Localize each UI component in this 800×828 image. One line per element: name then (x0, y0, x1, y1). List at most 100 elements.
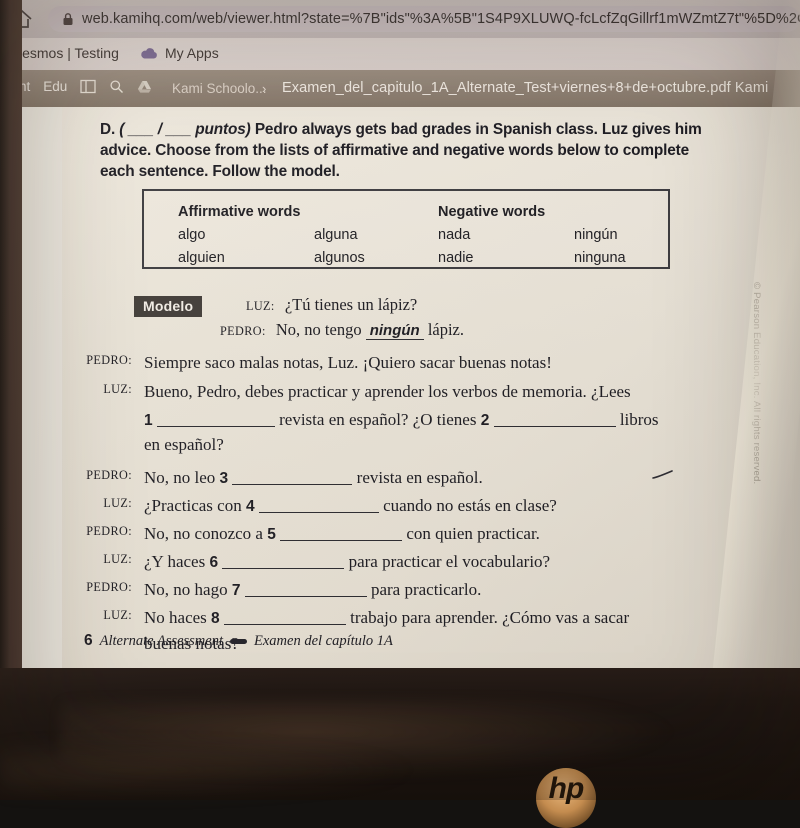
word-nadie: nadie (438, 250, 474, 266)
dialogue-text-with-blanks: ¿Practicas con 4 cuando no estás en clas… (144, 496, 557, 516)
word-bank-negative-col2: ningún ninguna (574, 201, 626, 270)
instruction-paragraph: D. ( ___ / ___ puntos) Pedro always gets… (100, 119, 720, 182)
dialogue-text-with-blanks: No haces 8 trabajo para aprender. ¿Cómo … (144, 608, 629, 628)
blank-number-5: 5 (267, 526, 276, 543)
speaker-label: PEDRO: (86, 524, 132, 538)
dialogue-segment: No haces (144, 608, 207, 627)
bookmark-my-apps[interactable]: My Apps (140, 45, 219, 61)
dialogue-segment: ¿Y haces (144, 552, 206, 571)
google-drive-icon[interactable] (137, 79, 152, 94)
instruction-points: ( ___ / ___ puntos) (119, 121, 251, 138)
speaker-label: PEDRO: (86, 353, 132, 367)
speaker-label: LUZ: (103, 608, 132, 622)
kami-breadcrumb-folder[interactable]: Kami Schoolo... (172, 81, 267, 96)
copyright-notice: © Pearson Education, Inc. All rights res… (751, 282, 762, 485)
kami-tab-label-edu[interactable]: Edu (43, 79, 67, 94)
cloud-icon (140, 46, 158, 60)
dialogue-segment-2: revista en español. (356, 468, 483, 487)
modelo-luz-text: ¿Tú tienes un lápiz? (284, 295, 418, 314)
answer-blank-6[interactable] (222, 568, 345, 569)
blank-number-8: 8 (211, 610, 220, 627)
pdf-page[interactable]: D. ( ___ / ___ puntos) Pedro always gets… (62, 107, 800, 668)
dialogue-text-with-blanks: No, no hago 7 para practicarlo. (144, 580, 481, 600)
sidebar-panel-icon[interactable] (80, 79, 96, 94)
hp-logo-text: hp (548, 772, 585, 805)
answer-blank-4[interactable] (258, 512, 379, 513)
laptop-photo: web.kamihq.com/web/viewer.html?state=%7B… (0, 0, 800, 828)
modelo-answer: ningún (365, 322, 424, 340)
hp-logo: hp (536, 768, 596, 828)
bookmark-label: My Apps (165, 45, 219, 61)
speaker-pedro: PEDRO: (220, 324, 266, 338)
word-ningun: ningún (574, 227, 618, 243)
blank-number-1: 1 (144, 412, 153, 429)
answer-blank-2[interactable] (493, 426, 616, 427)
answer-blank-8[interactable] (223, 624, 346, 625)
word-bank-affirmative-col2: alguna algunos (314, 201, 365, 270)
desk-reflection-2 (0, 740, 420, 800)
kami-document-title: Examen_del_capitulo_1A_Alternate_Test+vi… (282, 80, 769, 96)
answer-blank-7[interactable] (244, 596, 367, 597)
pdf-content: D. ( ___ / ___ puntos) Pedro always gets… (62, 107, 800, 668)
page-footer: 6 Alternate Assessment Examen del capítu… (84, 632, 393, 650)
speaker-label: PEDRO: (86, 468, 132, 482)
speaker-label: PEDRO: (86, 580, 132, 594)
dialogue-text-with-blanks: No, no leo 3 revista en español. (144, 468, 483, 488)
bookmarks-bar: Desmos | Testing My Apps (22, 38, 800, 70)
word-algunos: algunos (314, 250, 365, 266)
dialogue-segment-2: con quien practicar. (406, 524, 540, 543)
dialogue-segment: No, no hago (144, 580, 228, 599)
lock-icon (62, 12, 74, 26)
dialogue-text-with-blanks: No, no conozco a 5 con quien practicar. (144, 524, 540, 544)
dialogue-segment-2: libros (619, 410, 659, 429)
word-bank-affirmative-col1: Affirmative words algo alguien (178, 201, 300, 270)
answer-blank-3[interactable] (232, 484, 353, 485)
speaker-luz: LUZ: (246, 299, 275, 313)
modelo-line-pedro: PEDRO: No, no tengo ningún lápiz. (220, 320, 464, 340)
page-number: 6 (84, 632, 93, 649)
blank-number-3: 3 (219, 470, 229, 487)
dialogue-segment: revista en español? ¿O tienes (279, 410, 477, 429)
word-ninguna: ninguna (574, 250, 626, 266)
screen-bezel-left (0, 0, 22, 668)
modelo-pedro-pre: No, no tengo (275, 320, 362, 339)
modelo-label: Modelo (134, 296, 203, 317)
word-bank-negative-col1: Negative words nada nadie (438, 201, 545, 270)
bookmark-desmos-testing[interactable]: Desmos | Testing (22, 45, 119, 61)
dialogue-segment: No, no leo (144, 468, 216, 487)
footer-dash-icon (230, 638, 247, 644)
negative-heading: Negative words (438, 204, 546, 220)
speaker-label: LUZ: (103, 382, 132, 396)
chevron-right-icon: › (262, 81, 267, 96)
browser-url-bar: web.kamihq.com/web/viewer.html?state=%7B… (22, 0, 800, 38)
dialogue-segment-2: cuando no estás en clase? (383, 496, 557, 515)
affirmative-heading: Affirmative words (178, 204, 301, 220)
address-bar[interactable]: web.kamihq.com/web/viewer.html?state=%7B… (48, 6, 800, 32)
word-alguien: alguien (178, 250, 225, 266)
dialogue-segment: ¿Practicas con (144, 496, 242, 515)
modelo-pedro-post: lápiz. (427, 320, 465, 339)
blank-number-6: 6 (209, 554, 219, 571)
dialogue-segment-2: para practicarlo. (370, 580, 482, 599)
home-icon[interactable] (22, 8, 34, 30)
dialogue-text-with-blanks: 1 revista en español? ¿O tienes 2 libros (144, 410, 659, 430)
laptop-screen: web.kamihq.com/web/viewer.html?state=%7B… (22, 0, 800, 668)
kami-tab-label-dent[interactable]: dent (22, 79, 30, 94)
blank-number-4: 4 (245, 498, 255, 515)
blank-number-2: 2 (480, 412, 490, 429)
answer-blank-1[interactable] (156, 426, 275, 427)
dialogue-text: Siempre saco malas notas, Luz. ¡Quiero s… (144, 353, 552, 372)
kami-toolbar-left: dent Edu (22, 79, 152, 94)
dialogue-text-with-blanks: ¿Y haces 6 para practicar el vocabulario… (144, 552, 550, 572)
search-icon[interactable] (109, 79, 124, 94)
dialogue-segment-2: trabajo para aprender. ¿Cómo vas a sacar (350, 608, 630, 627)
instruction-letter: D. (100, 121, 116, 138)
word-algo: algo (178, 227, 206, 243)
word-bank-box: Affirmative words algo alguien alguna al… (142, 189, 670, 269)
speaker-label: LUZ: (103, 552, 132, 566)
modelo-line-luz: LUZ: ¿Tú tienes un lápiz? (246, 295, 417, 315)
answer-blank-5[interactable] (280, 540, 403, 541)
dialogue-text: en español? (144, 435, 224, 454)
